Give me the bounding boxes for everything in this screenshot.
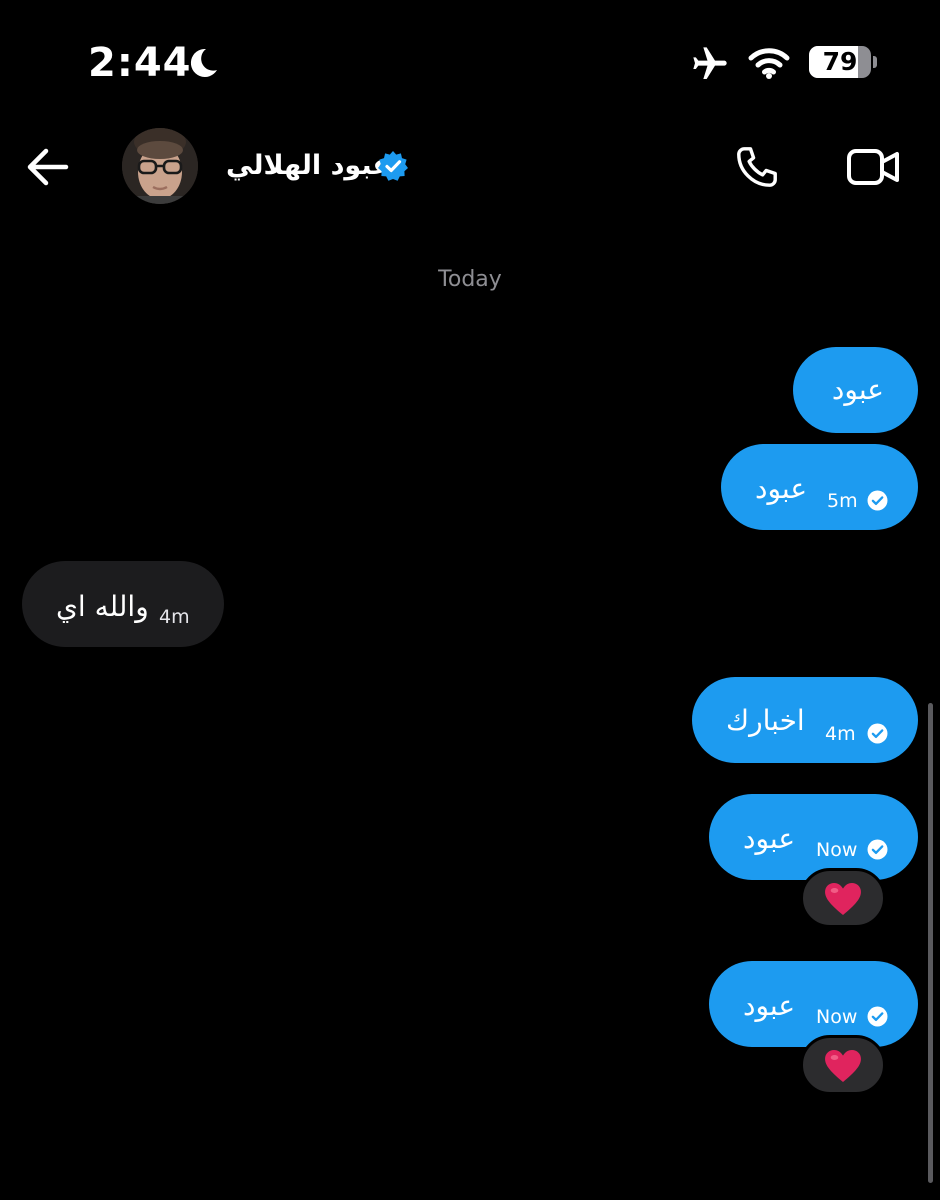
message-reaction[interactable]: [800, 868, 886, 928]
seen-check-icon: [867, 839, 888, 860]
scrollbar-thumb[interactable]: [928, 703, 933, 1183]
heart-icon: [825, 882, 861, 916]
message-timestamp: 4m: [159, 606, 190, 628]
day-divider: Today: [438, 267, 502, 292]
message-text: عبود: [831, 373, 884, 406]
outgoing-message-bubble[interactable]: عبود Now: [709, 961, 918, 1047]
outgoing-message-bubble[interactable]: اخبارك 4m: [692, 677, 918, 763]
wifi-icon: [748, 48, 790, 79]
heart-icon: [825, 1049, 861, 1083]
message-text: اخبارك: [726, 704, 805, 737]
message-timestamp: Now: [816, 1006, 858, 1028]
message-text: عبود: [755, 472, 808, 505]
outgoing-message-bubble[interactable]: عبود: [793, 347, 918, 433]
outgoing-message-bubble[interactable]: عبود 5m: [721, 444, 918, 530]
seen-check-icon: [867, 723, 888, 744]
battery-cap: [873, 56, 877, 68]
message-timestamp: Now: [816, 839, 858, 861]
dm-conversation-screen: 2:44 79 عبود الهلالي Today عبود عبود 5m …: [0, 0, 940, 1200]
message-timestamp: 5m: [827, 490, 858, 512]
message-reaction[interactable]: [800, 1035, 886, 1095]
avatar-photo: [122, 128, 198, 204]
moon-icon: [190, 48, 217, 77]
message-text: والله اي: [56, 590, 149, 623]
message-text: عبود: [743, 822, 796, 855]
battery-icon: 79: [809, 46, 871, 78]
contact-name[interactable]: عبود الهلالي: [226, 146, 391, 186]
verified-badge-icon: [378, 151, 408, 181]
battery-percent: 79: [822, 47, 858, 76]
incoming-message-bubble[interactable]: والله اي 4m: [22, 561, 224, 647]
status-time: 2:44: [88, 40, 192, 86]
seen-check-icon: [867, 1006, 888, 1027]
outgoing-message-bubble[interactable]: عبود Now: [709, 794, 918, 880]
avatar[interactable]: [122, 128, 198, 204]
message-text: عبود: [743, 989, 796, 1022]
phone-call-icon[interactable]: [734, 144, 780, 190]
back-arrow-icon[interactable]: [24, 144, 70, 190]
seen-check-icon: [867, 490, 888, 511]
message-timestamp: 4m: [825, 723, 856, 745]
video-call-icon[interactable]: [846, 146, 900, 188]
airplane-icon: [693, 47, 727, 79]
